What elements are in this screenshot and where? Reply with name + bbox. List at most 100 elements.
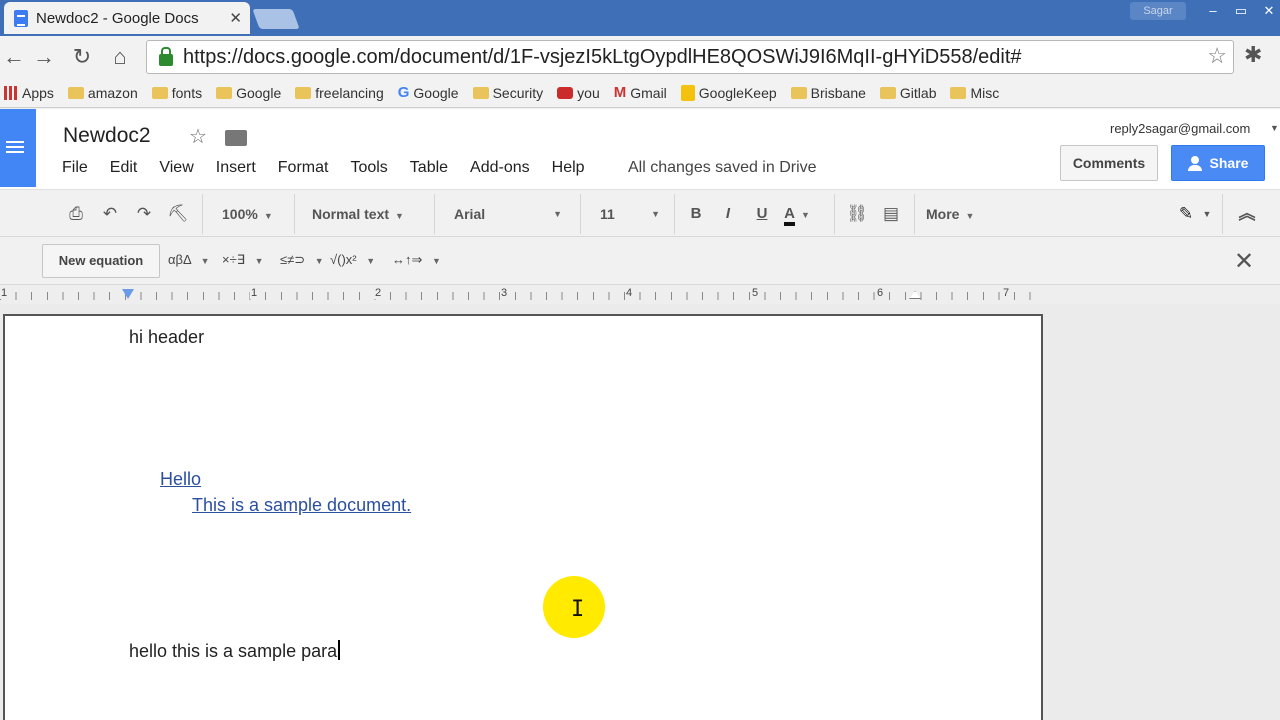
menu-insert[interactable]: Insert <box>216 159 256 177</box>
chevron-down-icon: ▼ <box>395 211 404 221</box>
chevron-down-icon: ▼ <box>432 256 441 266</box>
bookmark-folder[interactable]: Security <box>472 85 543 101</box>
chevron-down-icon[interactable]: ▼ <box>1270 123 1279 133</box>
address-bar[interactable]: https://docs.google.com/document/d/1F-vs… <box>146 40 1234 74</box>
home-icon[interactable]: ⌂ <box>106 44 134 70</box>
toc-entry-level2[interactable]: This is a sample document. <box>192 495 411 516</box>
menu-edit[interactable]: Edit <box>110 159 138 177</box>
keep-icon <box>680 84 695 101</box>
save-status[interactable]: All changes saved in Drive <box>628 159 817 177</box>
menu-view[interactable]: View <box>159 159 193 177</box>
toolbar-divider <box>294 194 295 234</box>
toolbar-divider <box>580 194 581 234</box>
back-icon[interactable]: ← <box>0 44 28 70</box>
print-icon[interactable]: ⎙ <box>64 202 88 226</box>
menu-format[interactable]: Format <box>278 159 329 177</box>
bookmark-apps[interactable]: Apps <box>4 85 54 101</box>
bookmark-folder[interactable]: Misc <box>950 85 999 101</box>
header-text[interactable]: hi header <box>129 327 204 348</box>
comments-button[interactable]: Comments <box>1060 145 1158 181</box>
reload-icon[interactable]: ↻ <box>68 44 96 70</box>
chevron-down-icon: ▼ <box>254 256 264 266</box>
paint-format-icon[interactable]: ⛏ <box>166 202 190 226</box>
extension-icon[interactable]: ✱ <box>1244 42 1262 68</box>
tab-close-icon[interactable]: ✕ <box>229 9 242 27</box>
docs-header: Newdoc2 ☆ File Edit View Insert Format T… <box>0 109 1280 189</box>
docs-home-button[interactable] <box>0 109 36 187</box>
formatting-toolbar: ⎙ ↶ ↷ ⛏ 100% ▼ Normal text ▼ Arial ▼ 11 ▼ B … <box>0 189 1280 237</box>
bookmark-youtube[interactable]: you <box>557 85 600 101</box>
body-paragraph[interactable]: hello this is a sample para <box>129 640 341 662</box>
pencil-icon[interactable]: ✎ <box>1174 202 1198 226</box>
folder-icon <box>216 86 233 99</box>
chevron-down-icon: ▼ <box>200 256 210 266</box>
chevron-down-icon: ▼ <box>263 211 273 221</box>
ruler-label: 3 <box>500 287 509 299</box>
menu-help[interactable]: Help <box>552 159 585 177</box>
account-email[interactable]: reply2sagar@gmail.com <box>1110 121 1250 136</box>
bookmark-folder[interactable]: fonts <box>151 85 202 101</box>
math-operators-menu[interactable]: √()x² ▼ <box>330 252 375 267</box>
menu-table[interactable]: Table <box>410 159 448 177</box>
zoom-select[interactable]: 100% ▼ <box>222 202 273 226</box>
menu-addons[interactable]: Add-ons <box>470 159 530 177</box>
folder-icon[interactable] <box>225 130 247 146</box>
link-icon[interactable]: ⛓ <box>844 202 870 226</box>
share-button[interactable]: Share <box>1171 145 1265 181</box>
toolbar-divider <box>674 194 675 234</box>
folder-icon <box>472 86 489 99</box>
bookmark-star-icon[interactable]: ☆ <box>1207 43 1227 69</box>
bookmark-gmail[interactable]: M Gmail <box>614 84 667 101</box>
toolbar-divider <box>914 194 915 234</box>
more-button[interactable]: More ▼ <box>926 202 974 226</box>
menu-tools[interactable]: Tools <box>350 159 387 177</box>
close-icon[interactable]: ✕ <box>1234 247 1254 276</box>
url-text[interactable]: https://docs.google.com/document/d/1F-vs… <box>183 46 1022 69</box>
star-icon[interactable]: ☆ <box>189 124 207 149</box>
menu-file[interactable]: File <box>62 159 88 177</box>
docs-favicon-icon <box>14 9 28 27</box>
gmail-icon: M <box>613 84 627 101</box>
forward-icon[interactable]: → <box>30 44 58 70</box>
bookmark-folder[interactable]: freelancing <box>295 85 384 101</box>
browser-tab[interactable]: Newdoc2 - Google Docs ✕ <box>4 2 250 34</box>
redo-icon[interactable]: ↷ <box>132 202 156 226</box>
relations-menu[interactable]: ≤≠⊃ ▼ <box>280 252 324 268</box>
bookmark-keep[interactable]: GoogleKeep <box>680 84 777 101</box>
bookmark-folder[interactable]: Gitlab <box>879 85 936 101</box>
arrows-menu[interactable]: ↔↑⇒ ▼ <box>392 252 441 268</box>
greek-letters-menu[interactable]: αβΔ ▼ <box>168 252 210 267</box>
italic-button[interactable]: I <box>718 202 738 226</box>
ruler-label: 1 <box>250 287 259 299</box>
underline-button[interactable]: U <box>752 202 772 226</box>
chevron-down-icon[interactable]: ▼ <box>1200 202 1214 226</box>
chevron-down-icon: ▼ <box>553 209 562 219</box>
document-title[interactable]: Newdoc2 <box>63 124 151 148</box>
ruler-label: 7 <box>1002 287 1011 299</box>
misc-operations-menu[interactable]: ×÷∃ ▼ <box>222 252 264 268</box>
new-tab-button[interactable] <box>252 9 300 29</box>
font-size-select[interactable]: 11 ▼ <box>600 202 660 226</box>
window-close-button[interactable]: ✕ <box>1256 2 1280 20</box>
undo-icon[interactable]: ↶ <box>98 202 122 226</box>
comment-icon[interactable]: ▤ <box>878 202 904 226</box>
bold-button[interactable]: B <box>686 202 706 226</box>
text-color-button[interactable]: A ▼ <box>784 202 810 226</box>
bookmark-google[interactable]: G Google <box>398 84 459 101</box>
minimize-button[interactable]: – <box>1200 2 1226 20</box>
maximize-button[interactable]: ▭ <box>1228 2 1254 20</box>
youtube-icon <box>557 86 574 99</box>
style-select[interactable]: Normal text ▼ <box>312 202 404 226</box>
chevron-down-icon: ▼ <box>314 256 324 266</box>
bookmark-folder[interactable]: Google <box>216 85 281 101</box>
menu-bar: File Edit View Insert Format Tools Table… <box>62 159 607 177</box>
profile-badge[interactable]: Sagar <box>1130 2 1186 20</box>
bookmark-folder[interactable]: amazon <box>67 85 138 101</box>
bookmark-folder[interactable]: Brisbane <box>790 85 866 101</box>
toc-entry-level1[interactable]: Hello <box>160 469 201 490</box>
font-select[interactable]: Arial ▼ <box>454 202 562 226</box>
ruler-ticks <box>0 292 1042 300</box>
new-equation-button[interactable]: New equation <box>42 244 160 278</box>
folder-icon <box>790 86 807 99</box>
collapse-icon[interactable]: ︽ <box>1236 202 1258 226</box>
